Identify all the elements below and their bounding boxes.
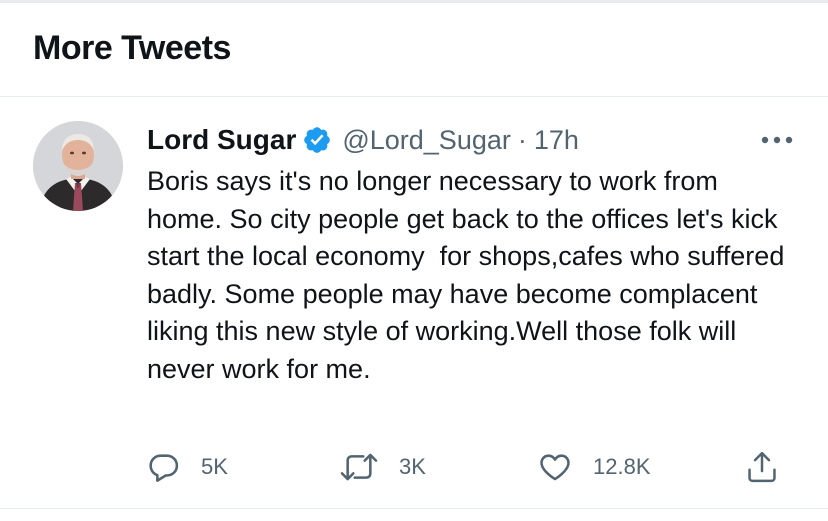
tweet-text: Boris says it's no longer necessary to w… [147,166,792,384]
reply-button[interactable]: 5K [147,447,228,487]
tweet-header: Lord Sugar @Lord_Sugar · 17h [147,122,579,158]
section-title: More Tweets [33,29,231,67]
reply-icon [149,454,179,482]
section-header: More Tweets [0,3,828,97]
profile-photo [33,121,123,211]
avatar[interactable] [33,121,123,211]
author-display-name[interactable]: Lord Sugar [147,124,296,156]
more-options-button[interactable] [752,125,802,155]
heart-icon [540,454,570,481]
separator-dot: · [517,124,527,155]
share-icon [748,451,776,483]
tweet-timestamp[interactable]: 17h [534,125,579,156]
like-button[interactable]: 12.8K [537,447,651,487]
retweet-count: 3K [399,454,426,479]
bottom-divider [0,508,828,509]
more-options-icon [761,136,793,144]
tweet-actions: 5K 3K 12.8K [0,447,828,487]
retweet-button[interactable]: 3K [339,447,426,487]
verified-badge-icon [302,125,332,155]
more-tweets-panel: More Tweets Lord Sugar @Lord_Sugar · 17h… [0,0,828,521]
tweet-card[interactable]: Lord Sugar @Lord_Sugar · 17h Boris says … [0,97,828,515]
reply-count: 5K [201,454,228,479]
like-count: 12.8K [593,454,651,479]
author-handle[interactable]: @Lord_Sugar [342,125,511,156]
share-button[interactable] [745,447,779,487]
retweet-icon [340,453,378,481]
